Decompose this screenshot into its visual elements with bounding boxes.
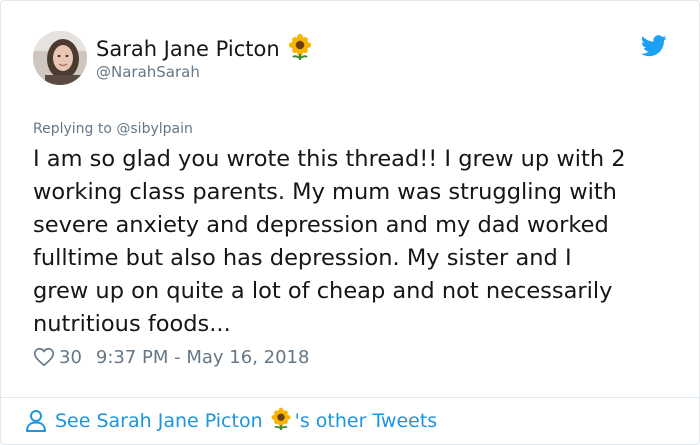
tweet-text-line: I am so glad you wrote this thread!! I g… (33, 146, 626, 172)
see-other-tweets-link[interactable]: See Sarah Jane Picton 's other Tweets (25, 406, 437, 436)
tweet-text-line: working class parents. My mum was strugg… (33, 179, 617, 205)
tweet-text-line: fulltime but also has depression. My sis… (33, 245, 572, 271)
reply-to-handle-link[interactable]: @sibylpain (116, 121, 192, 137)
divider (1, 397, 699, 398)
tweet-meta: 30 9:37 PM - May 16, 2018 (33, 345, 309, 369)
sunflower-icon (269, 407, 293, 436)
author-display-name[interactable]: Sarah Jane Picton (96, 37, 280, 61)
replying-to-line: Replying to @sibylpain (33, 121, 193, 137)
tweet-timestamp[interactable]: 9:37 PM - May 16, 2018 (96, 347, 310, 368)
heart-icon[interactable] (33, 346, 55, 368)
tweet-text: I am so glad you wrote this thread!! I g… (33, 143, 673, 341)
tweet-text-line: nutritious foods... (33, 311, 231, 337)
replying-to-label: Replying to (33, 121, 112, 137)
sunflower-icon (286, 33, 314, 65)
embedded-tweet-card: Sarah Jane Picton @NarahSarah Replying t… (0, 0, 700, 445)
author-handle[interactable]: @NarahSarah (96, 63, 200, 81)
person-icon (25, 409, 47, 433)
twitter-bird-icon[interactable] (641, 35, 667, 57)
author-name-row[interactable]: Sarah Jane Picton (96, 33, 314, 65)
tweet-header: Sarah Jane Picton @NarahSarah (33, 31, 669, 91)
tweet-text-line: severe anxiety and depression and my dad… (33, 212, 609, 238)
see-other-tweets-prefix[interactable]: See Sarah Jane Picton (55, 410, 263, 432)
like-count[interactable]: 30 (59, 347, 82, 368)
see-other-tweets-suffix[interactable]: 's other Tweets (295, 410, 438, 432)
tweet-text-line: grew up on quite a lot of cheap and not … (33, 278, 613, 304)
avatar[interactable] (33, 31, 87, 85)
